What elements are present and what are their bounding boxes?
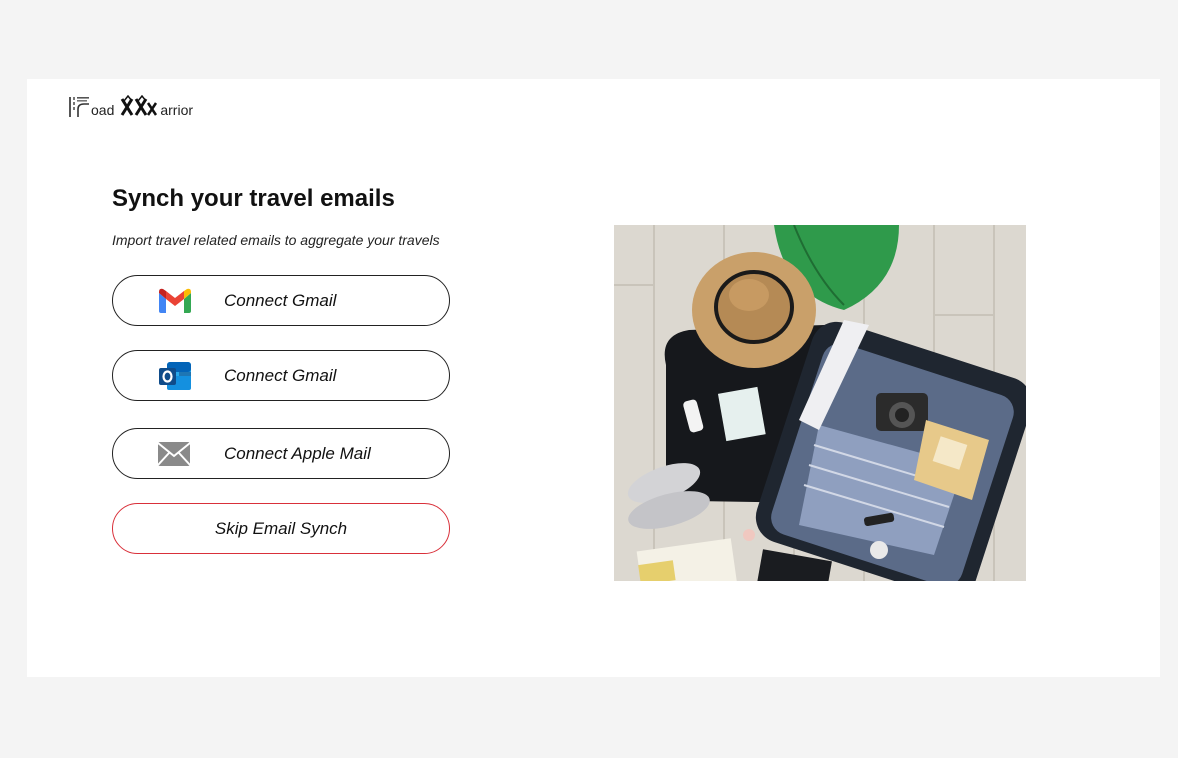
road-warrior-logo: oad arrior: [69, 91, 193, 117]
gmail-icon: [157, 287, 193, 315]
travel-suitcase-photo: [614, 225, 1026, 581]
connect-outlook-label: Connect Gmail: [224, 365, 337, 385]
logo-text-warrior: arrior: [160, 102, 194, 118]
mail-envelope-icon: [157, 441, 191, 467]
road-logo-mark: [69, 97, 89, 117]
warrior-logo-mark: [121, 95, 158, 116]
connect-outlook-button[interactable]: Connect Gmail: [112, 350, 450, 401]
page-title: Synch your travel emails: [112, 185, 395, 212]
outlook-icon: [157, 360, 193, 392]
skip-email-synch-button[interactable]: Skip Email Synch: [112, 503, 450, 554]
connect-apple-mail-button[interactable]: Connect Apple Mail: [112, 428, 450, 479]
connect-gmail-label: Connect Gmail: [224, 290, 337, 310]
skip-email-synch-label: Skip Email Synch: [214, 518, 348, 538]
onboarding-card: oad arrior Synch your travel emails Impo…: [27, 79, 1160, 677]
connect-gmail-button[interactable]: Connect Gmail: [112, 275, 450, 326]
page-subtitle: Import travel related emails to aggregat…: [112, 232, 440, 248]
logo-text-road: oad: [91, 102, 115, 118]
connect-apple-mail-label: Connect Apple Mail: [224, 443, 371, 463]
